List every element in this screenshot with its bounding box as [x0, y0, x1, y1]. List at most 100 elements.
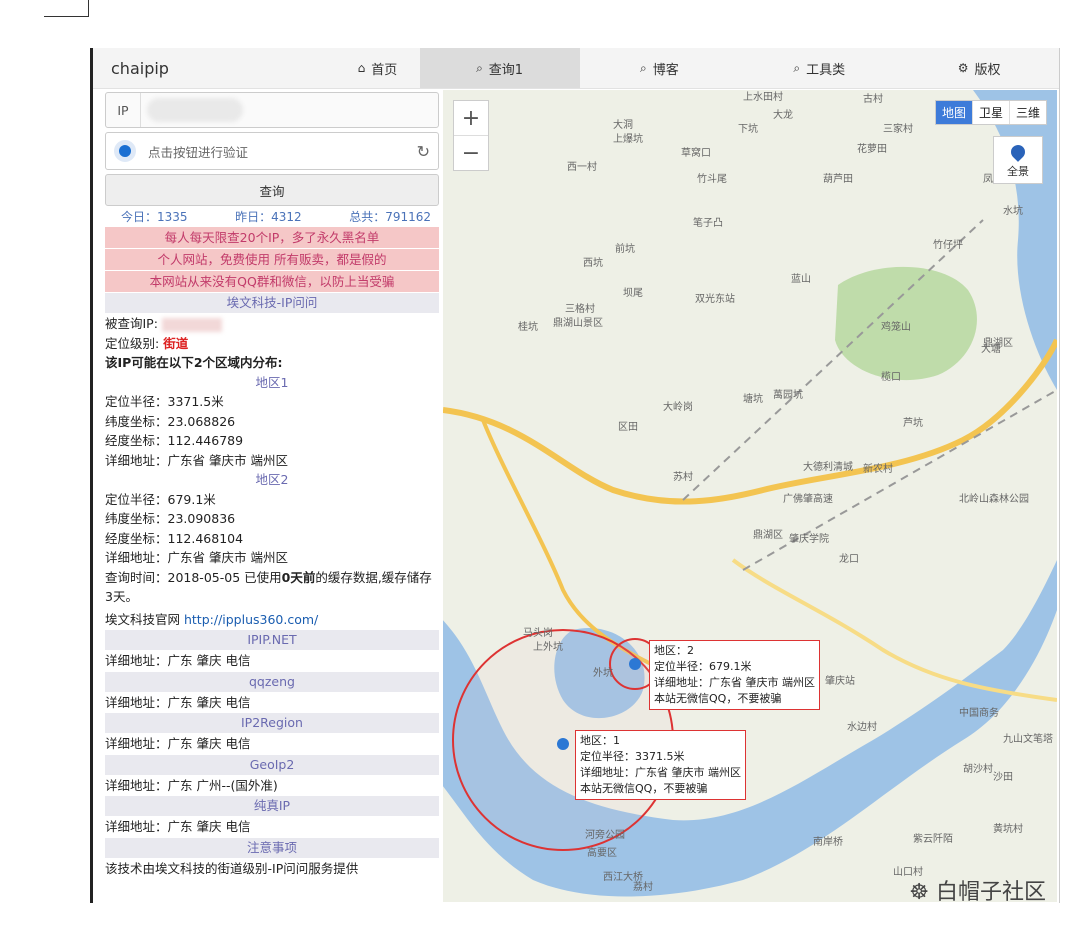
stats-row: 今日：1335 昨日：4312 总共：791162 [105, 206, 439, 226]
query-time-a: 查询时间：2018-05-05 已使用 [105, 569, 282, 585]
queried-ip-label: 被查询IP: [105, 316, 158, 331]
map-place-label: 上外坑 [533, 640, 563, 653]
source-title: qqzeng [105, 671, 439, 692]
map-place-label: 马头岗 [523, 627, 553, 639]
stats-total: 总共：791162 [349, 209, 431, 224]
app-window: chaipip ⌂ 首页 ⌕ 查询1 ⌕ 博客 ⌕ 工具类 ⚙ 版权 IP 点击… [90, 48, 1060, 903]
query-time-cont: 3天。 [105, 589, 138, 604]
map-place-label: 广佛肇高速 [783, 492, 833, 505]
ip-field[interactable]: IP [105, 92, 439, 128]
refresh-icon[interactable]: ↻ [417, 142, 430, 161]
home-icon: ⌂ [357, 61, 366, 75]
map-place-label: 区田 [618, 421, 638, 433]
map-place-label: 北岭山森林公园 [959, 492, 1029, 505]
map-place-label: 三格村 [565, 302, 595, 315]
popup-radius: 定位半径：679.1米 [654, 660, 752, 673]
panorama-button[interactable]: 全景 [993, 136, 1043, 184]
map-place-label: 竹仔坪 [933, 238, 963, 251]
map-type-map[interactable]: 地图 [935, 101, 972, 124]
map-place-label: 黄坑村 [993, 822, 1023, 835]
query-time: 查询时间：2018-05-05 已使用0天前的缓存数据,缓存储存 [105, 568, 439, 588]
search-icon: ⌕ [793, 60, 801, 75]
captcha-text: 点击按钮进行验证 [148, 144, 249, 160]
area2-marker [629, 658, 641, 670]
nav-home-label: 首页 [371, 62, 398, 78]
map-place-label: 大德利清城 [803, 460, 853, 473]
map-place-label: 上爆坑 [613, 132, 643, 145]
area-address: 详细地址：广东省 肇庆市 端州区 [105, 550, 288, 565]
map-type-3d[interactable]: 三维 [1008, 101, 1046, 124]
map-place-label: 龙口 [839, 552, 859, 565]
map-type-satellite[interactable]: 卫星 [971, 101, 1009, 124]
top-nav: chaipip ⌂ 首页 ⌕ 查询1 ⌕ 博客 ⌕ 工具类 ⚙ 版权 [93, 48, 1059, 89]
captcha-widget[interactable]: 点击按钮进行验证 ↻ [105, 132, 439, 170]
nav-blog[interactable]: ⌕ 博客 [580, 48, 740, 88]
area1-popup: 地区：1 定位半径：3371.5米 详细地址：广东省 肇庆市 端州区 本站无微信… [575, 730, 746, 800]
map-place-label: 沙田 [993, 771, 1013, 783]
map-view[interactable]: 上水田村古村大龙三家村大洞下坑花萝田上爆坑草窝口西一村竹斗尾葫芦田凤凰水坑笔子凸… [443, 90, 1057, 902]
watermark: ☸ 白帽子社区 [909, 874, 1046, 906]
map-place-label: 西一村 [567, 160, 597, 173]
map-place-label: 坝尾 [623, 287, 643, 299]
map-place-label: 前坑 [615, 242, 635, 255]
corner-mark [44, 0, 89, 17]
watermark-text: 白帽子社区 [935, 880, 1046, 905]
area-title: 地区1 [255, 374, 289, 390]
map-place-label: 大龙 [773, 108, 793, 121]
notice-title: 注意事项 [105, 837, 439, 858]
source-title: 纯真IP [105, 796, 439, 816]
level-label: 定位级别: [105, 335, 160, 351]
pin-icon [1008, 142, 1028, 162]
map-place-label: 竹斗尾 [697, 172, 727, 185]
nav-tools[interactable]: ⌕ 工具类 [739, 48, 899, 88]
map-place-label: 南岸桥 [813, 835, 843, 848]
zoom-in-button[interactable]: + [454, 101, 488, 135]
map-place-label: 笔子凸 [693, 216, 723, 229]
warning-line: 每人每天限查20个IP，多了永久黑名单 [105, 227, 439, 248]
nav-copyright-label: 版权 [974, 62, 1001, 78]
map-place-label: 大洞 [613, 118, 633, 131]
zoom-out-button[interactable]: − [454, 135, 488, 170]
popup-address: 详细地址：广东省 肇庆市 端州区 [654, 676, 815, 689]
area-address: 详细地址：广东省 肇庆市 端州区 [105, 452, 288, 468]
source-title: GeoIp2 [105, 754, 439, 775]
map-place-label: 蓝山 [791, 273, 811, 285]
source-address: 详细地址：广东 肇庆 电信 [105, 653, 251, 668]
map-place-label: 古村 [863, 92, 883, 105]
redacted-ip-value [147, 98, 243, 122]
map-place-label: 外坑 [593, 666, 613, 679]
level-row: 定位级别: 街道 [105, 334, 439, 354]
map-place-label: 草窝口 [681, 146, 711, 159]
official-label: 埃文科技官网 [105, 611, 184, 627]
map-place-label: 三家村 [883, 122, 913, 135]
map-place-label: 高要区 [587, 846, 617, 859]
nav-query1[interactable]: ⌕ 查询1 [419, 48, 580, 88]
source-address: 详细地址：广东 肇庆 电信 [105, 819, 251, 834]
map-place-label: 肇庆站 [825, 674, 855, 687]
popup-area: 地区：2 [654, 644, 694, 657]
map-place-label: 大岭岗 [663, 400, 693, 413]
nav-copyright[interactable]: ⚙ 版权 [899, 48, 1059, 88]
map-place-label: 下坑 [738, 122, 758, 135]
nav-blog-label: 博客 [652, 62, 679, 78]
map-place-label: 紫云阡陌 [913, 833, 953, 845]
map-place-label: 鼎湖山景区 [553, 317, 603, 329]
wechat-icon: ☸ [909, 880, 929, 905]
area1-marker [557, 738, 569, 750]
map-place-label: 荔村 [633, 880, 653, 893]
brand-logo[interactable]: chaipip [93, 59, 335, 78]
source-address: 详细地址：广东 肇庆 电信 [105, 694, 251, 710]
captcha-button-icon[interactable] [114, 140, 136, 162]
map-canvas[interactable]: 上水田村古村大龙三家村大洞下坑花萝田上爆坑草窝口西一村竹斗尾葫芦田凤凰水坑笔子凸… [443, 90, 1057, 902]
official-link[interactable]: http://ipplus360.com/ [184, 612, 318, 627]
panorama-label: 全景 [1007, 165, 1029, 178]
popup-radius: 定位半径：3371.5米 [580, 750, 685, 763]
query-button[interactable]: 查询 [105, 174, 439, 206]
map-place-label: 塘坑 [743, 392, 763, 405]
query-time-b: 0天前 [281, 569, 316, 585]
map-place-label: 大塘 [981, 342, 1001, 355]
map-place-label: 新农村 [863, 462, 893, 475]
popup-area: 地区：1 [580, 734, 620, 747]
query-panel: IP 点击按钮进行验证 ↻ 查询 今日：1335 昨日：4312 总共：7911… [105, 92, 439, 903]
nav-home[interactable]: ⌂ 首页 [335, 48, 420, 88]
